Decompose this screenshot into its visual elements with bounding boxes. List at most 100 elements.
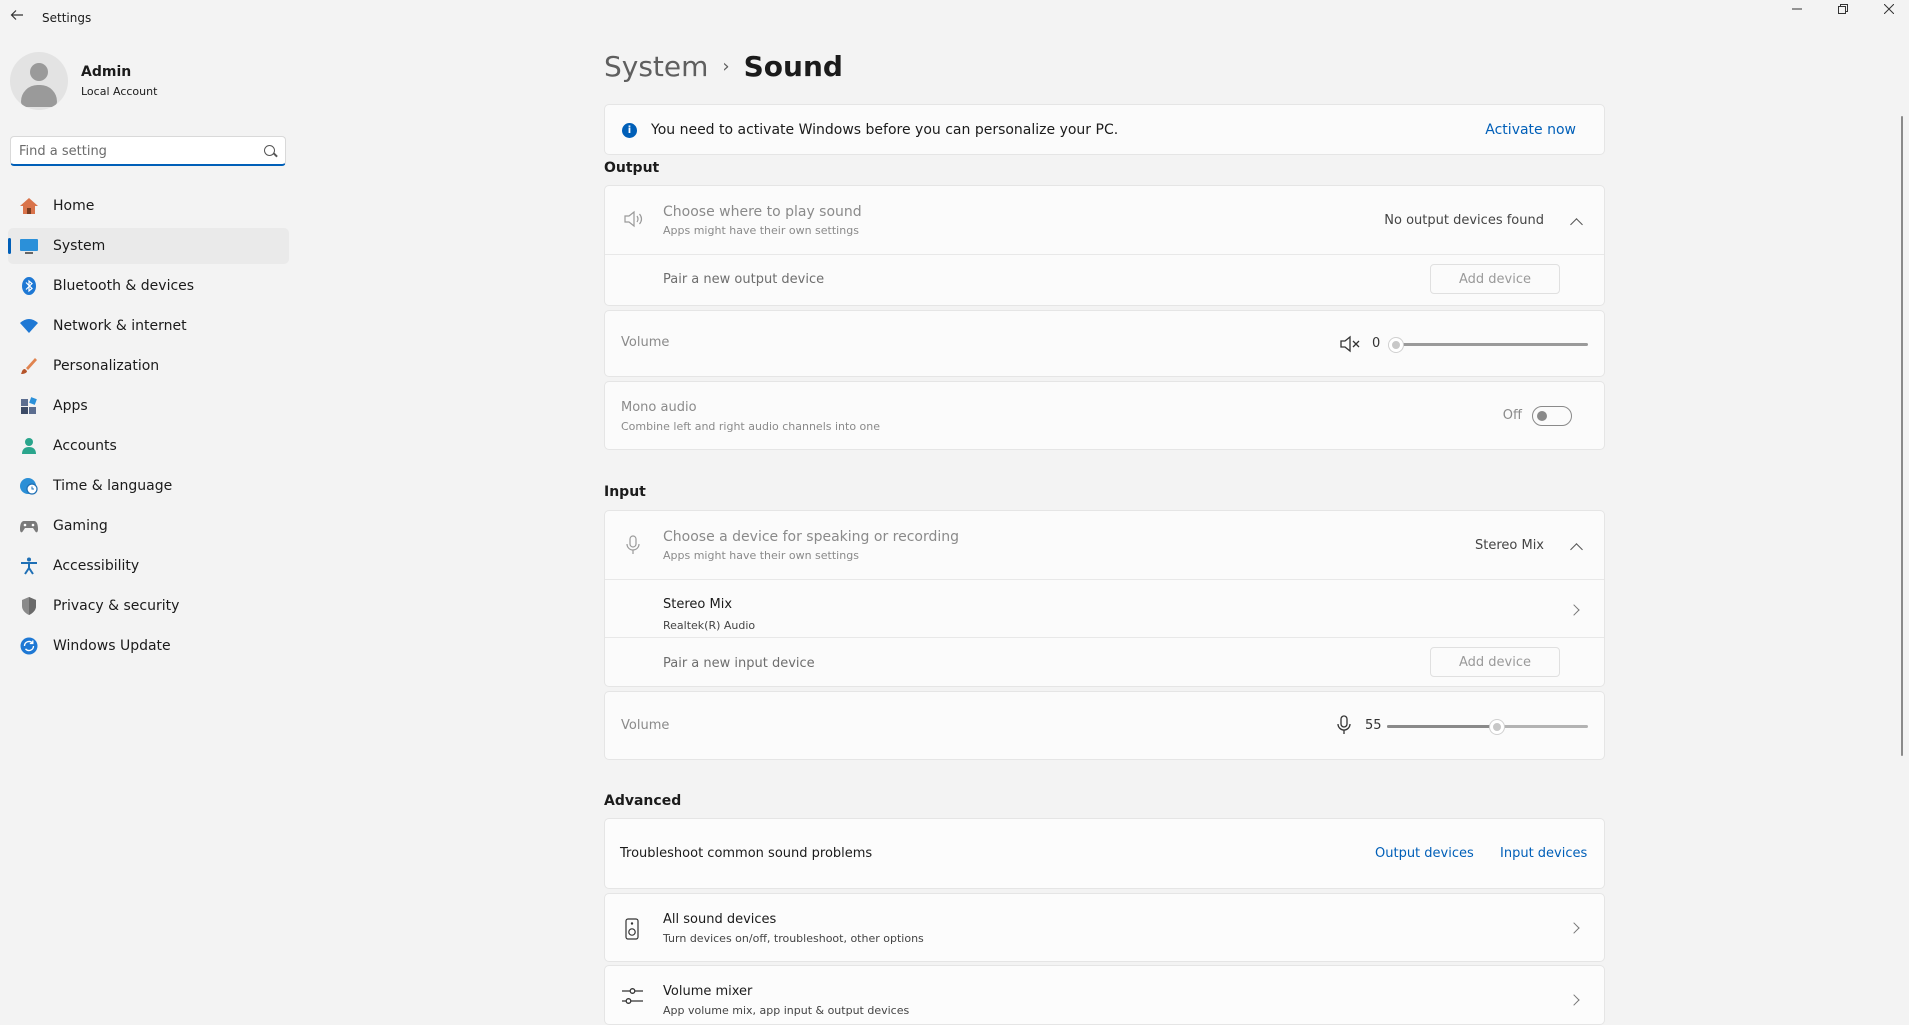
activation-banner: i You need to activate Windows before yo…	[604, 104, 1605, 155]
update-icon	[19, 637, 39, 655]
wifi-icon	[19, 317, 39, 335]
add-input-device-button[interactable]: Add device	[1430, 647, 1560, 677]
input-volume-label: Volume	[621, 718, 670, 733]
close-button[interactable]	[1866, 0, 1909, 22]
chevron-right-icon: ›	[722, 56, 730, 77]
mono-audio-state: Off	[1502, 408, 1522, 423]
output-device-value[interactable]: No output devices found	[1384, 213, 1544, 228]
microphone-icon	[625, 535, 641, 559]
sidebar-item-time-language[interactable]: Time & language	[8, 468, 289, 504]
sidebar-item-label: Windows Update	[53, 638, 171, 654]
restore-button[interactable]	[1820, 0, 1866, 22]
brush-icon	[19, 357, 39, 375]
sidebar-item-accessibility[interactable]: Accessibility	[8, 548, 289, 584]
activate-now-link[interactable]: Activate now	[1485, 122, 1576, 138]
home-icon	[19, 197, 39, 215]
output-device-card: Choose where to play sound Apps might ha…	[604, 185, 1605, 306]
mono-audio-card: Mono audio Combine left and right audio …	[604, 381, 1605, 450]
troubleshoot-label: Troubleshoot common sound problems	[620, 846, 873, 861]
breadcrumb-parent[interactable]: System	[604, 50, 708, 83]
sidebar-item-system[interactable]: System	[8, 228, 289, 264]
clock-globe-icon	[19, 477, 39, 495]
input-device-detail: Realtek(R) Audio	[663, 619, 756, 632]
chevron-up-icon[interactable]	[1570, 543, 1583, 556]
divider	[605, 254, 1604, 255]
input-device-row[interactable]: Stereo Mix Realtek(R) Audio	[605, 580, 1604, 637]
shield-icon	[19, 597, 39, 615]
troubleshoot-card: Troubleshoot common sound problems Outpu…	[604, 818, 1605, 889]
output-volume-card: Volume 0	[604, 310, 1605, 377]
chevron-right-icon	[1568, 922, 1580, 934]
sidebar-item-gaming[interactable]: Gaming	[8, 508, 289, 544]
sidebar-item-personalization[interactable]: Personalization	[8, 348, 289, 384]
pair-input-label: Pair a new input device	[663, 656, 815, 671]
add-output-device-button[interactable]: Add device	[1430, 264, 1560, 294]
person-icon	[19, 437, 39, 455]
volume-mixer-card[interactable]: Volume mixer App volume mix, app input &…	[604, 965, 1605, 1025]
chevron-up-icon[interactable]	[1570, 218, 1583, 231]
sidebar-nav: Home System Bluetooth & devices Network …	[8, 188, 289, 668]
scrollbar[interactable]	[1901, 116, 1903, 756]
output-devices-link[interactable]: Output devices	[1375, 846, 1474, 861]
volume-mixer-title: Volume mixer	[663, 984, 753, 999]
chevron-right-icon	[1568, 994, 1580, 1006]
sidebar-item-bluetooth[interactable]: Bluetooth & devices	[8, 268, 289, 304]
sidebar-item-label: Accounts	[53, 438, 117, 454]
user-name: Admin	[81, 64, 132, 80]
mono-audio-title: Mono audio	[621, 400, 697, 415]
mixer-icon	[621, 987, 645, 1013]
sidebar-item-home[interactable]: Home	[8, 188, 289, 224]
speaker-muted-icon[interactable]	[1339, 335, 1361, 357]
input-volume-fill	[1387, 725, 1497, 728]
sidebar-item-label: Bluetooth & devices	[53, 278, 195, 294]
search-icon	[264, 145, 275, 156]
output-choice-title: Choose where to play sound	[663, 204, 862, 220]
accessibility-icon	[19, 557, 39, 575]
banner-message: You need to activate Windows before you …	[651, 122, 1119, 138]
apps-icon	[19, 397, 39, 415]
input-choice-title: Choose a device for speaking or recordin…	[663, 529, 960, 545]
all-sound-devices-subtitle: Turn devices on/off, troubleshoot, other…	[663, 932, 924, 945]
sidebar-item-accounts[interactable]: Accounts	[8, 428, 289, 464]
sidebar-item-label: Network & internet	[53, 318, 187, 334]
mono-audio-toggle[interactable]	[1532, 406, 1572, 426]
avatar[interactable]	[10, 52, 68, 110]
speaker-icon	[623, 210, 645, 232]
chevron-right-icon	[1568, 604, 1580, 616]
input-devices-link[interactable]: Input devices	[1500, 846, 1587, 861]
system-icon	[19, 237, 39, 255]
input-section-title: Input	[604, 484, 646, 500]
sidebar-item-apps[interactable]: Apps	[8, 388, 289, 424]
sidebar-item-label: Privacy & security	[53, 598, 180, 614]
breadcrumb: System › Sound	[604, 50, 843, 83]
all-sound-devices-card[interactable]: All sound devices Turn devices on/off, t…	[604, 893, 1605, 962]
back-arrow-icon[interactable]	[8, 8, 26, 26]
speaker-device-icon	[625, 918, 639, 944]
output-volume-slider[interactable]	[1396, 343, 1588, 346]
minimize-button[interactable]	[1774, 0, 1820, 22]
bluetooth-icon	[19, 277, 39, 295]
info-icon: i	[622, 123, 637, 138]
account-type: Local Account	[81, 85, 158, 98]
sidebar-item-label: Personalization	[53, 358, 160, 374]
sidebar-item-label: Gaming	[53, 518, 108, 534]
input-volume-card: Volume 55	[604, 691, 1605, 760]
sidebar-item-label: Home	[53, 198, 95, 214]
pair-output-label: Pair a new output device	[663, 272, 825, 287]
input-volume-thumb[interactable]	[1490, 720, 1504, 734]
sidebar-item-windows-update[interactable]: Windows Update	[8, 628, 289, 664]
volume-mixer-subtitle: App volume mix, app input & output devic…	[663, 1004, 910, 1017]
sidebar-item-label: Time & language	[53, 478, 173, 494]
title-bar: Settings	[0, 0, 1909, 36]
sidebar-item-network[interactable]: Network & internet	[8, 308, 289, 344]
microphone-icon[interactable]	[1336, 715, 1352, 739]
input-device-value[interactable]: Stereo Mix	[1475, 538, 1544, 553]
input-volume-value: 55	[1365, 718, 1382, 733]
sidebar-item-privacy-security[interactable]: Privacy & security	[8, 588, 289, 624]
output-volume-label: Volume	[621, 335, 670, 350]
page-title: Sound	[743, 50, 843, 83]
output-volume-thumb[interactable]	[1389, 338, 1403, 352]
search-box[interactable]	[10, 136, 286, 166]
all-sound-devices-title: All sound devices	[663, 912, 777, 927]
search-input[interactable]	[19, 141, 259, 161]
